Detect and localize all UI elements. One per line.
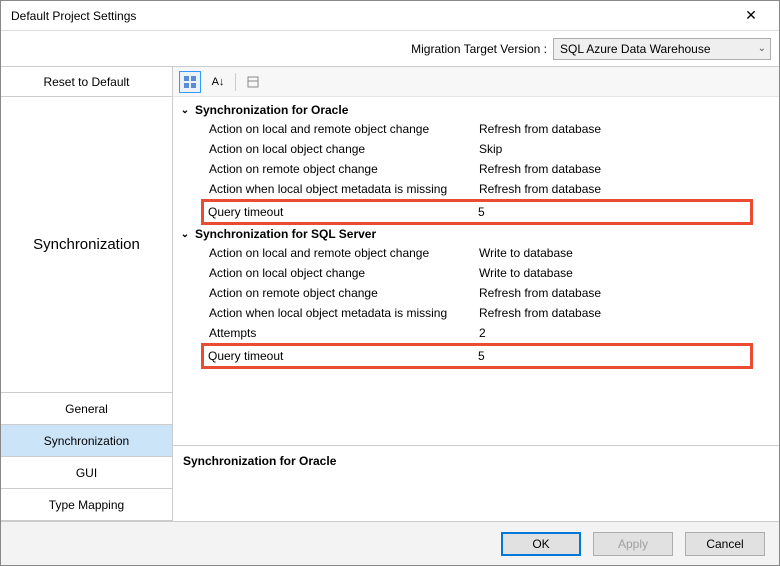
prop-row[interactable]: Action on remote object change Refresh f…	[179, 159, 773, 179]
reset-to-default-button[interactable]: Reset to Default	[1, 67, 172, 97]
prop-row[interactable]: Action on local object change Skip	[179, 139, 773, 159]
description-panel: Synchronization for Oracle	[173, 445, 779, 521]
ok-button[interactable]: OK	[501, 532, 581, 556]
prop-name: Action on local object change	[209, 140, 479, 158]
tab-gui[interactable]: GUI	[1, 457, 172, 489]
migration-target-label: Migration Target Version :	[411, 42, 547, 56]
prop-value[interactable]: Refresh from database	[479, 160, 773, 178]
prop-value[interactable]: Refresh from database	[479, 120, 773, 138]
migration-target-dropdown[interactable]: SQL Azure Data Warehouse ⌄	[553, 38, 771, 60]
prop-name: Action on local and remote object change	[209, 244, 479, 262]
prop-name: Action when local object metadata is mis…	[209, 304, 479, 322]
prop-name: Action on remote object change	[209, 284, 479, 302]
prop-value[interactable]: Refresh from database	[479, 304, 773, 322]
prop-row[interactable]: Action when local object metadata is mis…	[179, 179, 773, 199]
property-pages-icon[interactable]	[242, 71, 264, 93]
prop-name: Action on remote object change	[209, 160, 479, 178]
titlebar: Default Project Settings ✕	[1, 1, 779, 31]
migration-target-value: SQL Azure Data Warehouse	[560, 42, 711, 56]
cancel-button[interactable]: Cancel	[685, 532, 765, 556]
tab-synchronization[interactable]: Synchronization	[1, 425, 172, 457]
prop-name: Attempts	[209, 324, 479, 342]
expand-collapse-icon[interactable]: ⌄	[179, 229, 191, 240]
prop-value[interactable]: 5	[478, 203, 750, 221]
description-title: Synchronization for Oracle	[183, 454, 336, 468]
prop-row[interactable]: Action on remote object change Refresh f…	[179, 283, 773, 303]
prop-row[interactable]: Action on local object change Write to d…	[179, 263, 773, 283]
tab-type-mapping[interactable]: Type Mapping	[1, 489, 172, 521]
prop-row-highlighted[interactable]: Query timeout 5	[201, 199, 753, 225]
dialog-button-bar: OK Apply Cancel	[1, 521, 779, 565]
prop-row[interactable]: Action on local and remote object change…	[179, 243, 773, 263]
left-panel: Reset to Default Synchronization General…	[1, 67, 173, 521]
toolbar-separator	[235, 73, 236, 91]
prop-row[interactable]: Action on local and remote object change…	[179, 119, 773, 139]
alphabetical-sort-icon[interactable]: A↓	[207, 71, 229, 93]
right-panel: A↓ ⌄ Synchronization for Oracle Action o…	[173, 67, 779, 521]
prop-value[interactable]: 5	[478, 347, 750, 365]
content-area: Reset to Default Synchronization General…	[1, 67, 779, 521]
prop-value[interactable]: Write to database	[479, 244, 773, 262]
window-title: Default Project Settings	[11, 9, 136, 23]
prop-name: Action when local object metadata is mis…	[209, 180, 479, 198]
categorized-view-icon[interactable]	[179, 71, 201, 93]
target-version-bar: Migration Target Version : SQL Azure Dat…	[1, 31, 779, 67]
prop-name: Query timeout	[208, 203, 478, 221]
apply-button: Apply	[593, 532, 673, 556]
prop-row-highlighted[interactable]: Query timeout 5	[201, 343, 753, 369]
category-tabs: General Synchronization GUI Type Mapping	[1, 393, 172, 521]
prop-name: Action on local object change	[209, 264, 479, 282]
current-page-label: Synchronization	[1, 97, 172, 393]
tab-general[interactable]: General	[1, 393, 172, 425]
prop-name: Query timeout	[208, 347, 478, 365]
chevron-down-icon: ⌄	[758, 43, 766, 54]
property-grid[interactable]: ⌄ Synchronization for Oracle Action on l…	[173, 97, 779, 445]
prop-row[interactable]: Action when local object metadata is mis…	[179, 303, 773, 323]
section-sqlserver-title: Synchronization for SQL Server	[195, 227, 376, 241]
section-sqlserver[interactable]: ⌄ Synchronization for SQL Server	[179, 225, 773, 243]
section-oracle-title: Synchronization for Oracle	[195, 103, 348, 117]
prop-row[interactable]: Attempts 2	[179, 323, 773, 343]
prop-value[interactable]: Skip	[479, 140, 773, 158]
prop-value[interactable]: Write to database	[479, 264, 773, 282]
prop-value[interactable]: 2	[479, 324, 773, 342]
prop-value[interactable]: Refresh from database	[479, 284, 773, 302]
prop-value[interactable]: Refresh from database	[479, 180, 773, 198]
section-oracle[interactable]: ⌄ Synchronization for Oracle	[179, 101, 773, 119]
property-toolbar: A↓	[173, 67, 779, 97]
close-icon[interactable]: ✕	[731, 2, 771, 30]
expand-collapse-icon[interactable]: ⌄	[179, 105, 191, 116]
prop-name: Action on local and remote object change	[209, 120, 479, 138]
